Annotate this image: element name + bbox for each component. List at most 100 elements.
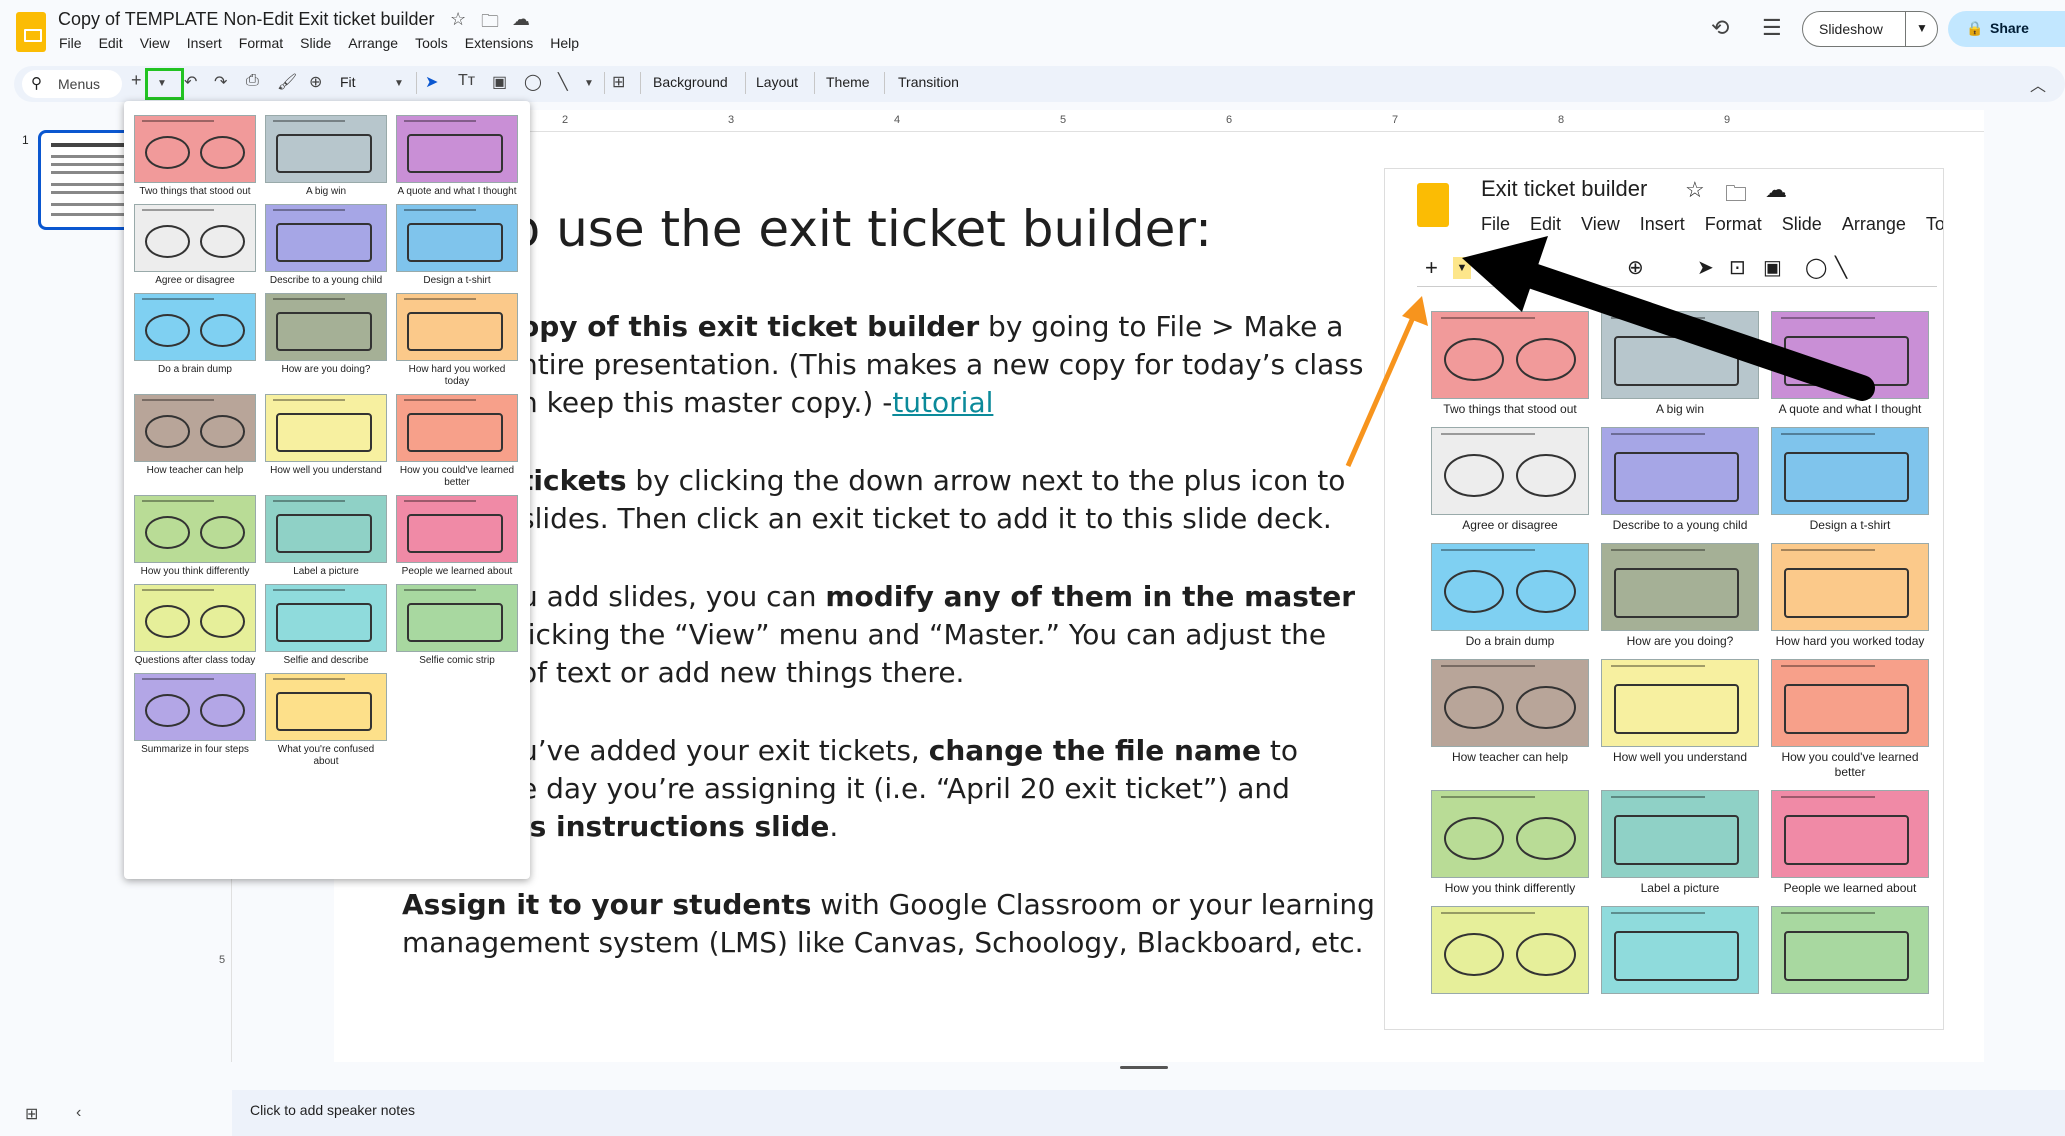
layout-card[interactable]: Summarize in four steps [134,673,256,768]
embedded-thumbnail [1601,427,1759,515]
layout-button[interactable]: Layout [756,74,798,90]
layout-card[interactable]: How you could've learned better [396,394,518,489]
search-menus-input[interactable]: ⚲ Menus [22,70,122,98]
share-button[interactable]: 🔒 Share [1948,11,2065,47]
response-frame-shape [275,603,372,642]
menu-tools[interactable]: Tools [415,35,448,51]
image-icon[interactable]: ▣ [492,72,507,92]
chevron-down-icon[interactable]: ▼ [1916,21,1928,35]
layout-label: Label a picture [293,566,359,577]
thumbnail-prompt-line [273,499,346,502]
layout-card[interactable]: Two things that stood out [134,115,256,198]
paint-format-icon[interactable]: 🖌 [277,72,297,92]
response-frame-shape [1784,452,1910,502]
thought-bubble-shape [199,224,246,258]
layout-card[interactable]: A quote and what I thought [396,115,518,198]
menu-file[interactable]: File [59,35,82,51]
response-frame-shape [275,223,372,262]
embedded-label: How you think differently [1444,881,1576,895]
thought-bubble-shape [1516,337,1576,381]
shape-icon[interactable]: ◯ [524,72,542,92]
comments-icon[interactable]: ☰ [1762,15,1782,41]
layout-card[interactable]: Selfie comic strip [396,584,518,667]
embedded-screenshot[interactable]: Exit ticket builder ☆ 🗀 ☁ File Edit View… [1384,168,1944,1030]
add-comment-icon[interactable]: ⊞ [612,72,625,92]
text-run: . [829,810,839,843]
layout-card[interactable]: How you think differently [134,495,256,578]
zoom-icon[interactable]: ⊕ [309,72,322,92]
layout-card[interactable]: A big win [265,115,387,198]
layout-card[interactable]: Describe to a young child [265,204,387,287]
response-frame-shape [1614,815,1740,865]
layout-card[interactable]: People we learned about [396,495,518,578]
plus-icon: + [1425,255,1438,280]
layout-card[interactable]: How well you understand [265,394,387,489]
layout-card[interactable]: How hard you worked today [396,293,518,388]
menu-extensions[interactable]: Extensions [465,35,533,51]
layout-card[interactable]: Do a brain dump [134,293,256,388]
collapse-filmstrip-icon[interactable]: ‹ [76,1104,81,1122]
layout-card[interactable]: What you're confused about [265,673,387,768]
thumbnail-prompt-line [1611,317,1705,320]
zoom-chevron-down-icon[interactable]: ▼ [394,78,404,89]
layout-card[interactable]: How are you doing? [265,293,387,388]
highlight-box [145,68,184,100]
menu-edit[interactable]: Edit [99,35,123,51]
slide-text-line: management system (LMS) like Canvas, Sch… [402,924,1364,962]
menu-insert[interactable]: Insert [187,35,222,51]
layout-card[interactable]: Questions after class today [134,584,256,667]
star-icon[interactable]: ☆ [450,9,466,30]
redo-icon[interactable]: ↷ [214,72,227,92]
thought-bubble-shape [1444,816,1504,860]
slides-logo-icon[interactable] [16,12,46,52]
slideshow-button[interactable]: Slideshow ▼ [1802,11,1938,47]
menu-help[interactable]: Help [550,35,579,51]
embedded-card: Agree or disagree [1431,427,1591,533]
slide-text-line: ntire presentation. (This makes a new co… [520,346,1363,384]
cloud-status-icon[interactable]: ☁ [512,9,530,30]
layout-card[interactable]: Design a t-shirt [396,204,518,287]
notes-resize-handle[interactable] [1120,1066,1168,1069]
thought-bubble-shape [199,414,246,448]
divider [416,72,417,94]
grid-view-icon[interactable]: ⊞ [25,1104,38,1124]
line-chevron-down-icon[interactable]: ▼ [584,78,594,89]
text-run: by going to File > Make a [979,310,1344,343]
slide-title[interactable]: to use the exit ticket builder: [490,200,1212,258]
menu-arrange[interactable]: Arrange [348,35,398,51]
zoom-select[interactable]: Fit [340,74,356,90]
line-icon[interactable]: ╲ [558,72,568,92]
print-icon[interactable]: ⎙ [246,72,259,90]
embedded-thumbnail [1771,311,1929,399]
layout-label: Describe to a young child [269,275,383,286]
theme-button[interactable]: Theme [826,74,870,90]
layout-card[interactable]: How teacher can help [134,394,256,489]
layout-card[interactable]: Agree or disagree [134,204,256,287]
slide-number: 1 [22,133,29,147]
text-box-icon[interactable]: Tт [458,72,475,90]
speaker-notes[interactable]: Click to add speaker notes [232,1090,2065,1136]
new-slide-plus-icon[interactable]: + [131,70,142,91]
zoom-icon: ⊕ [1627,257,1644,279]
tutorial-link[interactable]: tutorial [892,386,993,419]
collapse-toolbar-icon[interactable]: ︿ [2030,72,2046,96]
menu-view[interactable]: View [140,35,170,51]
document-title[interactable]: Copy of TEMPLATE Non-Edit Exit ticket bu… [58,9,434,30]
menu-slide[interactable]: Slide [300,35,331,51]
layout-card[interactable]: Selfie and describe [265,584,387,667]
embedded-thumbnail [1431,543,1589,631]
thought-bubble-shape [199,135,246,169]
select-cursor-icon[interactable]: ➤ [425,72,438,92]
bold-text-run: tickets [520,464,627,497]
version-history-icon[interactable]: ⟲ [1711,15,1729,41]
menu-format[interactable]: Format [239,35,283,51]
embedded-card: Design a t-shirt [1771,427,1931,533]
transition-button[interactable]: Transition [898,74,959,90]
embedded-thumbnail [1601,543,1759,631]
background-button[interactable]: Background [653,74,728,90]
thought-bubble-shape [1516,816,1576,860]
layout-card[interactable]: Label a picture [265,495,387,578]
slides-logo-icon [1417,183,1449,227]
embedded-label: How hard you worked today [1775,634,1925,648]
undo-icon[interactable]: ↶ [184,72,197,92]
